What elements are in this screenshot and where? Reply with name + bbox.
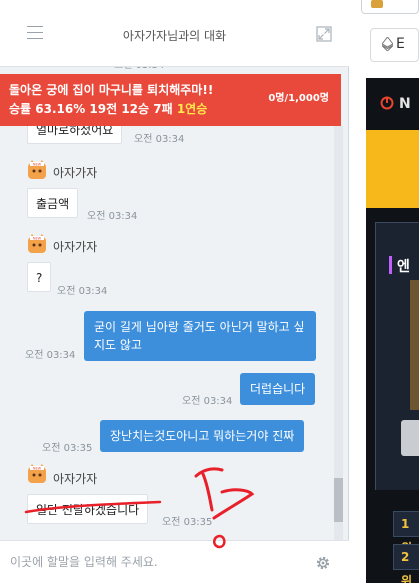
gear-icon[interactable] xyxy=(315,555,331,571)
incoming-bubble: 출금액 xyxy=(27,188,79,218)
message-time: 오전 03:34 xyxy=(25,350,76,361)
cat-avatar-icon: NEW xyxy=(28,464,46,483)
outgoing-bubble: 굳이 길게 님아랑 줄거도 아닌거 말하고 싶지도 않고 xyxy=(84,311,316,361)
svg-text:NEW: NEW xyxy=(33,237,42,241)
message-time: 오전 03:34 xyxy=(87,211,138,222)
message-time: 오전 03:34 xyxy=(182,396,233,407)
gold-banner xyxy=(366,130,419,208)
character-image xyxy=(410,280,419,410)
coin-icon xyxy=(371,0,383,8)
scrollbar-thumb[interactable] xyxy=(334,478,343,522)
e-button[interactable] xyxy=(370,28,419,62)
message-input-bar xyxy=(0,540,349,583)
room-banner[interactable]: 돌아온 궁에 집이 마구니를 퇴치해주마!! 승률 63.16% 19전 12승… xyxy=(0,74,341,126)
sender-name: 아자가자 xyxy=(53,166,98,180)
e-button-label: E xyxy=(396,36,405,52)
sender-name: 아자가자 xyxy=(53,240,98,254)
cat-avatar-icon: NEW xyxy=(28,160,46,179)
expand-icon[interactable] xyxy=(316,26,332,42)
card-accent xyxy=(389,256,392,274)
ethereum-icon xyxy=(382,37,393,51)
power-icon xyxy=(380,96,394,110)
message-input[interactable] xyxy=(10,549,300,575)
card-button[interactable] xyxy=(401,420,419,456)
banner-streak: 1연승 xyxy=(176,102,208,116)
banner-viewers: 0명/1,000명 xyxy=(268,93,329,104)
rank-item[interactable]: 2위 xyxy=(393,544,419,583)
svg-text:NEW: NEW xyxy=(33,163,42,167)
top-right-button[interactable] xyxy=(361,0,419,14)
message-time: 오전 03:35 xyxy=(162,517,213,528)
message-time: 오전 03:35 xyxy=(42,443,93,454)
message-time: 오전 03:34 xyxy=(57,286,108,297)
sender-name: 아자가자 xyxy=(53,472,98,486)
chat-header: 아자가자님과의 대화 xyxy=(0,0,349,67)
message-time: 오전 03:34 xyxy=(134,134,185,145)
svg-text:NEW: NEW xyxy=(33,467,42,471)
cat-avatar-icon: NEW xyxy=(28,234,46,253)
outgoing-bubble: 장난치는것도아니고 뭐하는거야 진짜 xyxy=(100,420,305,452)
banner-record: 승률 63.16% 19전 12승 7패 xyxy=(9,102,177,116)
banner-headline: 돌아온 궁에 집이 마구니를 퇴치해주마!! xyxy=(9,83,214,97)
incoming-bubble: ? xyxy=(27,262,52,292)
chat-title: 아자가자님과의 대화 xyxy=(122,29,227,43)
banner-stats: 승률 63.16% 19전 12승 7패 1연승 xyxy=(9,100,207,117)
card-title: 엔 xyxy=(397,259,410,275)
outgoing-bubble: 더럽습니다 xyxy=(240,373,316,405)
incoming-bubble: 일단 전달하겠습니다 xyxy=(27,494,149,524)
rank-item[interactable]: 1위 xyxy=(393,511,419,555)
chat-panel: 오전 03:34 얼마로하셨어요 오전 03:34 NEW 아자가자 출금액 오… xyxy=(0,0,349,583)
logo-text: N xyxy=(399,96,411,112)
